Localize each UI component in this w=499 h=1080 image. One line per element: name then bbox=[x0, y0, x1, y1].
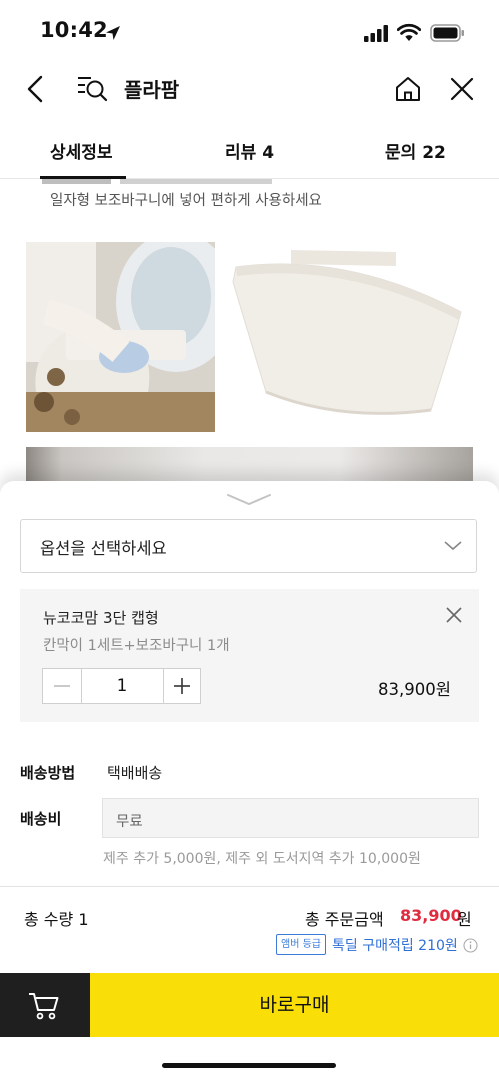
product-photo-basket bbox=[221, 242, 473, 432]
shipping-fee-note: 제주 추가 5,000원, 제주 외 도서지역 추가 10,000원 bbox=[103, 851, 421, 867]
cart-icon bbox=[29, 993, 59, 1020]
location-arrow-icon bbox=[106, 26, 120, 40]
signal-icon bbox=[364, 25, 388, 42]
plus-icon bbox=[174, 678, 190, 694]
quantity-stepper: 1 bbox=[42, 668, 201, 704]
selected-option-detail: 칸막이 1세트+보조바구니 1개 bbox=[43, 638, 230, 654]
total-amount-label: 총 주문금액 bbox=[305, 910, 384, 929]
selected-option-name: 뉴코코맘 3단 캡형 bbox=[43, 609, 159, 627]
cut-off-text bbox=[42, 179, 272, 184]
total-amount-value: 83,900 bbox=[400, 906, 462, 925]
tab-inquiries[interactable]: 문의 22 bbox=[385, 138, 446, 163]
chevron-down-icon bbox=[444, 541, 462, 551]
search-menu-icon[interactable] bbox=[77, 74, 109, 104]
page-title: 플라팜 bbox=[124, 78, 180, 102]
close-icon[interactable] bbox=[449, 76, 475, 102]
cart-button[interactable] bbox=[0, 973, 90, 1037]
shipping-fee-label: 배송비 bbox=[20, 810, 62, 828]
summary-divider bbox=[0, 886, 499, 887]
home-icon[interactable] bbox=[394, 75, 422, 103]
quantity-value[interactable]: 1 bbox=[81, 669, 163, 703]
back-icon[interactable] bbox=[24, 74, 48, 104]
home-indicator bbox=[162, 1063, 336, 1068]
sheet-collapse-chevron-icon[interactable] bbox=[226, 492, 272, 506]
battery-icon bbox=[430, 24, 464, 42]
quantity-increase-button[interactable] bbox=[163, 669, 201, 703]
member-grade-badge: 앰버 등급 bbox=[276, 934, 326, 955]
option-price: 83,900원 bbox=[378, 680, 451, 699]
product-photo-in-use bbox=[26, 242, 215, 432]
reward-points-text: 톡딜 구매적립 210원 bbox=[332, 938, 458, 954]
detail-caption: 일자형 보조바구니에 넣어 편하게 사용하세요 bbox=[50, 193, 322, 209]
tab-reviews[interactable]: 리뷰 4 bbox=[225, 138, 274, 163]
total-quantity: 총 수량 1 bbox=[24, 910, 89, 929]
quantity-decrease-button[interactable] bbox=[43, 669, 82, 703]
shipping-fee-value: 무료 bbox=[116, 814, 143, 830]
status-time: 10:42 bbox=[40, 18, 108, 42]
wifi-icon bbox=[397, 23, 421, 41]
shipping-fee-box bbox=[102, 798, 479, 838]
tab-detail-info[interactable]: 상세정보 bbox=[50, 138, 113, 163]
total-amount-currency: 원 bbox=[457, 910, 472, 929]
info-icon[interactable] bbox=[463, 938, 478, 953]
buy-now-label: 바로구매 bbox=[259, 994, 330, 1016]
minus-icon bbox=[54, 685, 70, 687]
option-select-label: 옵션을 선택하세요 bbox=[40, 539, 167, 558]
shipping-method-label: 배송방법 bbox=[20, 764, 76, 782]
shipping-method-value: 택배배송 bbox=[107, 764, 163, 782]
remove-option-icon[interactable] bbox=[445, 606, 463, 624]
